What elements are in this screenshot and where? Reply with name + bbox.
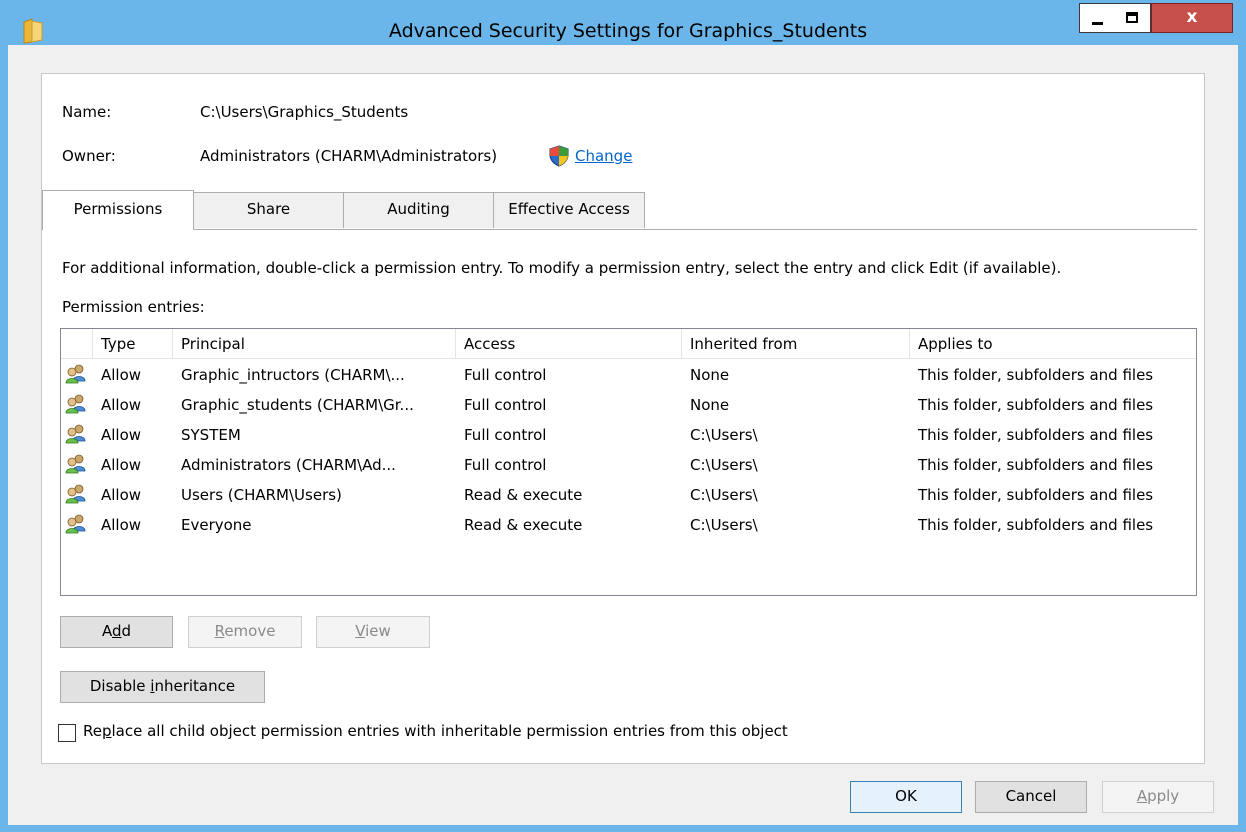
cell-type: Allow: [101, 516, 142, 534]
add-button[interactable]: Add: [60, 616, 173, 648]
cell-type: Allow: [101, 456, 142, 474]
cell-principal: SYSTEM: [181, 426, 241, 444]
minimize-button[interactable]: [1079, 3, 1115, 33]
table-row[interactable]: Allow Administrators (CHARM\Ad... Full con…: [61, 450, 1196, 480]
cell-applies-to: This folder, subfolders and files: [918, 426, 1154, 444]
tab-auditing[interactable]: Auditing: [343, 192, 494, 228]
replace-child-permissions-checkbox[interactable]: [58, 724, 76, 742]
cell-type: Allow: [101, 396, 142, 414]
cell-inherited-from: C:\Users\: [690, 516, 758, 534]
tab-share[interactable]: Share: [193, 192, 344, 228]
info-text: For additional information, double-click…: [62, 259, 1062, 277]
cell-principal: Graphic_students (CHARM\Gr...: [181, 396, 414, 414]
tab-divider: [42, 229, 1197, 230]
name-label: Name:: [62, 103, 112, 121]
replace-child-permissions-label[interactable]: Replace all child object permission entr…: [83, 722, 788, 740]
uac-shield-icon: [549, 145, 569, 167]
cell-principal: Everyone: [181, 516, 252, 534]
disable-inheritance-button[interactable]: Disable inheritance: [60, 671, 265, 703]
cell-inherited-from: C:\Users\: [690, 486, 758, 504]
cell-applies-to: This folder, subfolders and files: [918, 456, 1154, 474]
users-group-icon: [65, 454, 87, 474]
users-group-icon: [65, 364, 87, 384]
advanced-security-window: Advanced Security Settings for Graphics_…: [0, 0, 1246, 832]
maximize-icon: [1126, 12, 1138, 23]
cell-type: Allow: [101, 486, 142, 504]
table-row[interactable]: Allow SYSTEM Full control C:\Users\ This fol…: [61, 420, 1196, 450]
permission-entries-label: Permission entries:: [62, 298, 205, 316]
tab-permissions[interactable]: Permissions: [42, 190, 194, 230]
close-icon: x: [1186, 7, 1198, 27]
users-group-icon: [65, 484, 87, 504]
cell-access: Full control: [464, 366, 547, 384]
cell-applies-to: This folder, subfolders and files: [918, 396, 1154, 414]
column-access[interactable]: Access: [456, 329, 682, 359]
column-applies-to[interactable]: Applies to: [910, 329, 1196, 359]
cancel-button[interactable]: Cancel: [975, 781, 1087, 813]
list-header: Type Principal Access Inherited from App…: [61, 329, 1196, 359]
owner-value: Administrators (CHARM\Administrators): [200, 147, 498, 165]
ok-button[interactable]: OK: [850, 781, 962, 813]
table-row[interactable]: Allow Everyone Read & execute C:\Users\ This…: [61, 510, 1196, 540]
users-group-icon: [65, 424, 87, 444]
maximize-button[interactable]: [1114, 3, 1151, 33]
cell-inherited-from: None: [690, 366, 730, 384]
column-icon[interactable]: [61, 329, 93, 359]
cell-access: Read & execute: [464, 486, 583, 504]
apply-button[interactable]: Apply: [1102, 781, 1214, 813]
users-group-icon: [65, 394, 87, 414]
cell-applies-to: This folder, subfolders and files: [918, 516, 1154, 534]
cell-principal: Administrators (CHARM\Ad...: [181, 456, 396, 474]
cell-applies-to: This folder, subfolders and files: [918, 366, 1154, 384]
cell-inherited-from: C:\Users\: [690, 426, 758, 444]
column-type[interactable]: Type: [93, 329, 173, 359]
cell-type: Allow: [101, 366, 142, 384]
change-owner-link[interactable]: Change: [575, 147, 632, 165]
column-inherited-from[interactable]: Inherited from: [682, 329, 910, 359]
remove-button[interactable]: Remove: [188, 616, 302, 648]
cell-inherited-from: None: [690, 396, 730, 414]
close-button[interactable]: x: [1151, 3, 1233, 33]
owner-label: Owner:: [62, 147, 116, 165]
cell-access: Full control: [464, 426, 547, 444]
cell-access: Read & execute: [464, 516, 583, 534]
column-principal[interactable]: Principal: [173, 329, 456, 359]
tab-effective-access[interactable]: Effective Access: [493, 192, 645, 228]
cell-principal: Graphic_intructors (CHARM\...: [181, 366, 405, 384]
table-row[interactable]: Allow Graphic_students (CHARM\Gr... Full c…: [61, 390, 1196, 420]
permission-entries-list[interactable]: Type Principal Access Inherited from App…: [60, 328, 1197, 596]
cell-principal: Users (CHARM\Users): [181, 486, 342, 504]
cell-access: Full control: [464, 456, 547, 474]
cell-type: Allow: [101, 426, 142, 444]
users-group-icon: [65, 514, 87, 534]
table-row[interactable]: Allow Graphic_intructors (CHARM\... Full c…: [61, 360, 1196, 390]
cell-access: Full control: [464, 396, 547, 414]
view-button[interactable]: View: [316, 616, 430, 648]
window-title: Advanced Security Settings for Graphics_…: [388, 20, 868, 42]
cell-inherited-from: C:\Users\: [690, 456, 758, 474]
cell-applies-to: This folder, subfolders and files: [918, 486, 1154, 504]
minimize-icon: [1092, 22, 1103, 25]
name-value: C:\Users\Graphics_Students: [200, 103, 409, 121]
table-row[interactable]: Allow Users (CHARM\Users) Read & execute C:…: [61, 480, 1196, 510]
